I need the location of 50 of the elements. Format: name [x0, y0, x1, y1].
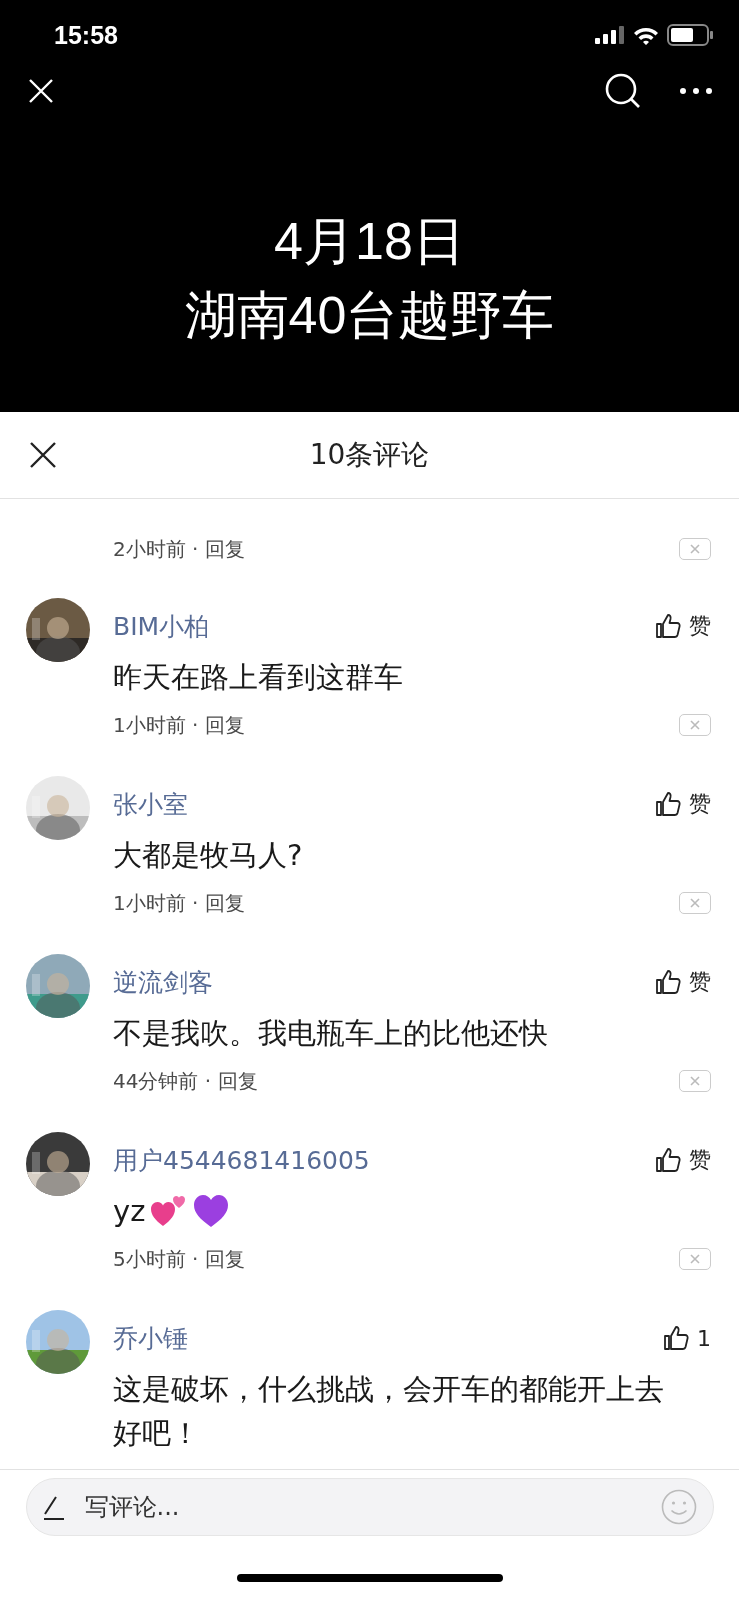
- like-button[interactable]: 赞: [655, 1145, 711, 1175]
- dismiss-button[interactable]: [679, 1248, 711, 1270]
- comment-text: 大都是牧马人?: [113, 837, 303, 874]
- thumbs-up-icon: [655, 969, 681, 995]
- video-caption: 湖南40台越野车: [184, 285, 555, 346]
- thumbs-up-icon: [655, 791, 681, 817]
- close-icon: [689, 543, 701, 555]
- comment-meta: 2小时前 · 回复: [113, 535, 245, 563]
- like-button[interactable]: 赞: [655, 967, 711, 997]
- close-icon[interactable]: [29, 441, 57, 469]
- comment-meta: 44分钟前 · 回复: [113, 1067, 258, 1095]
- comment-text: yz: [113, 1193, 146, 1230]
- dismiss-button[interactable]: [679, 538, 711, 560]
- more-icon[interactable]: [679, 87, 713, 95]
- thumbs-up-icon: [663, 1325, 689, 1351]
- comment-text: 不是我吹。我电瓶车上的比他还快: [113, 1015, 548, 1052]
- user-name[interactable]: 乔小锤: [113, 1321, 188, 1355]
- wifi-icon: [633, 25, 659, 45]
- dismiss-button[interactable]: [679, 1070, 711, 1092]
- hearts-icon: [151, 1194, 188, 1228]
- close-icon: [689, 1075, 701, 1087]
- video-caption: 4月18日: [274, 211, 465, 272]
- close-icon: [689, 719, 701, 731]
- dismiss-button[interactable]: [679, 714, 711, 736]
- comment-meta: 1小时前 · 回复: [113, 889, 245, 917]
- like-button[interactable]: 1: [663, 1325, 711, 1351]
- signal-icon: [595, 26, 625, 44]
- dismiss-button[interactable]: [679, 892, 711, 914]
- user-name[interactable]: BIM小柏: [113, 609, 210, 643]
- comment-meta: 1小时前 · 回复: [113, 711, 245, 739]
- status-time: 15:58: [54, 20, 118, 50]
- user-name[interactable]: 逆流剑客: [113, 965, 213, 999]
- battery-icon: [667, 24, 713, 46]
- user-name[interactable]: 用户4544681416005: [113, 1143, 370, 1177]
- comment-text: 这是破坏，什么挑战，会开车的都能开上去好吧！: [113, 1371, 665, 1452]
- sheet-title: 10条评论: [309, 437, 430, 473]
- comment-field[interactable]: 写评论...: [25, 1478, 714, 1536]
- heart-icon: [193, 1194, 230, 1228]
- close-icon: [689, 1253, 701, 1265]
- close-icon: [689, 897, 701, 909]
- like-button[interactable]: 赞: [655, 789, 711, 819]
- smiley-icon[interactable]: [660, 1489, 697, 1525]
- search-icon[interactable]: [605, 73, 641, 109]
- thumbs-up-icon: [655, 613, 681, 639]
- comment-input-field[interactable]: 写评论...: [82, 1492, 645, 1522]
- user-name[interactable]: 张小室: [113, 787, 188, 821]
- like-button[interactable]: 赞: [655, 611, 711, 641]
- comment-meta: 5小时前 · 回复: [113, 1245, 245, 1273]
- comment-text: 昨天在路上看到这群车: [113, 659, 403, 696]
- thumbs-up-icon: [655, 1147, 681, 1173]
